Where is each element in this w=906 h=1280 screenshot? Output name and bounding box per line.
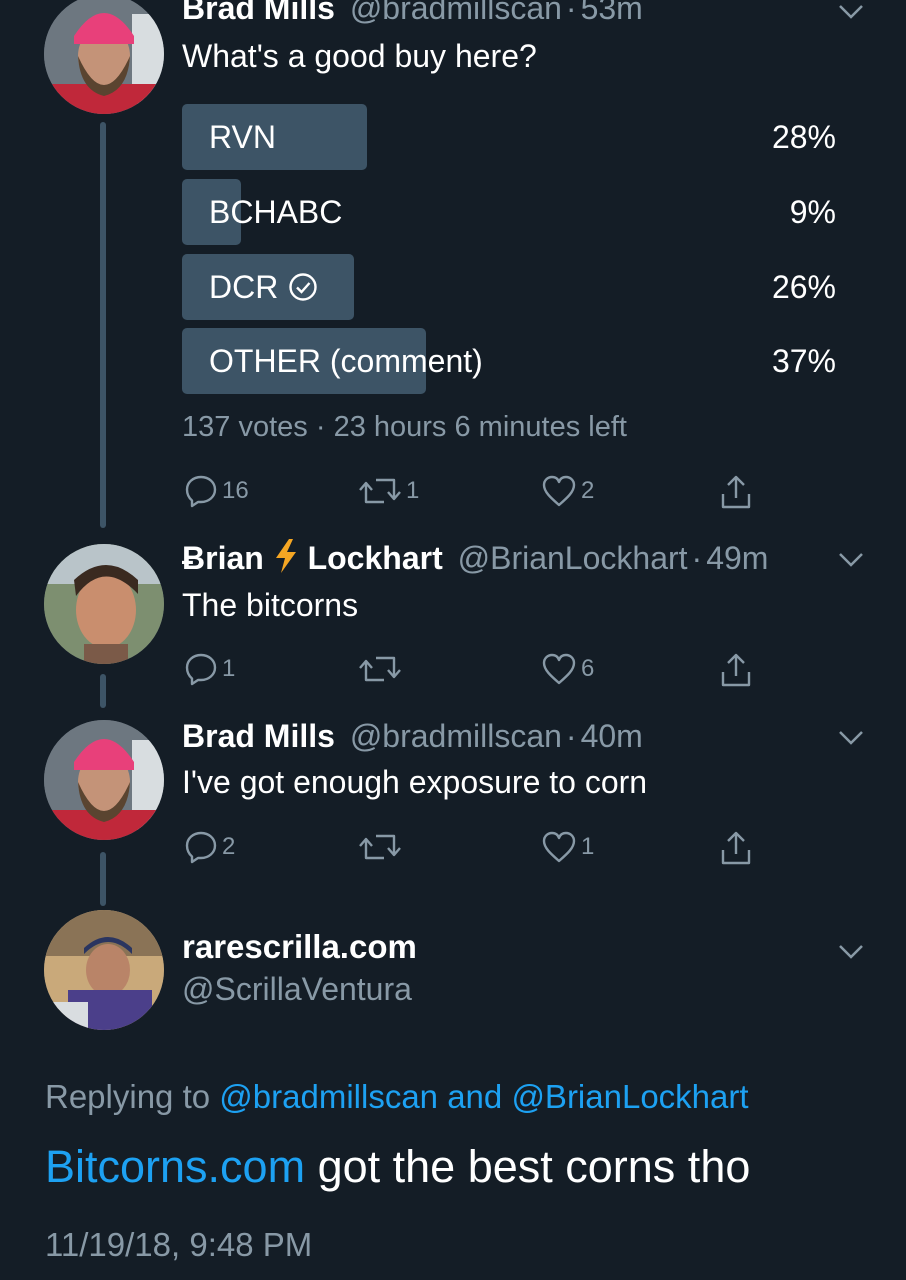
like-icon [542,653,576,685]
tweet-time[interactable]: 49m [706,540,768,576]
retweet-count: 1 [406,477,420,504]
poll-time-left: 23 hours 6 minutes left [333,411,627,443]
tweet-text-body: got the best corns tho [317,1141,751,1192]
reply-icon [185,653,217,686]
reply-button[interactable]: 16 [184,474,249,508]
reply-count: 2 [222,833,236,860]
share-button[interactable] [720,474,752,509]
author-name[interactable]: rarescrilla.com [182,926,417,968]
avatar[interactable] [44,720,164,840]
tweet-text: Bitcorns.com got the best corns tho [45,1138,750,1196]
like-icon [542,475,576,507]
tweet-header: Brad Mills @bradmillscan · 40m [182,716,643,756]
chevron-down-icon[interactable] [838,730,864,746]
share-icon [721,475,751,509]
poll-option-percent: 9% [789,194,836,230]
poll-option-percent: 26% [771,269,836,305]
avatar[interactable] [44,544,164,664]
chevron-down-icon[interactable] [838,552,864,568]
separator: · [315,411,326,443]
reply-count: 1 [222,655,236,682]
like-count: 1 [581,833,595,860]
check-circle-icon [289,273,318,301]
avatar[interactable] [44,910,164,1030]
share-icon [721,653,751,687]
author-name[interactable]: Brad Mills [182,718,335,754]
separator: · [565,0,577,26]
tweet-text: The bitcorns [182,587,359,623]
retweet-icon [359,834,401,860]
tweet-text: I've got enough exposure to corn [182,764,648,800]
author-name[interactable]: Brad Mills [182,0,335,26]
poll-option-text: DCR [209,269,279,305]
chevron-down-icon[interactable] [838,944,864,960]
reply-count: 16 [222,477,249,504]
poll-option[interactable]: DCR 26% [182,254,842,320]
url-link[interactable]: Bitcorns.com [45,1141,305,1192]
avatar[interactable] [44,0,164,114]
poll-option-label: BCHABC [209,194,343,230]
like-button[interactable]: 1 [541,830,594,864]
retweet-icon [359,478,401,504]
share-icon [721,831,751,865]
mention-link[interactable]: @bradmillscan [219,1078,438,1115]
poll-meta: 137 votes · 23 hours 6 minutes left [182,408,627,446]
poll-option-label: RVN [209,119,276,155]
like-count: 2 [581,477,595,504]
like-icon [542,831,576,863]
separator: · [565,718,577,754]
thread-line [100,122,106,528]
reply-button[interactable]: 2 [184,830,235,864]
tweet-text: What's a good buy here? [182,38,537,74]
lightning-icon [275,539,296,573]
tweet-time[interactable]: 40m [581,718,643,754]
poll-option-percent: 28% [771,119,836,155]
thread-line [100,674,106,708]
separator: · [691,540,703,576]
share-button[interactable] [720,652,752,687]
chevron-down-icon[interactable] [838,4,864,20]
author-name-part: Lockhart [307,540,443,576]
poll-option-percent: 37% [771,343,836,379]
tweet-header: Ƀrian Lockhart @BrianLockhart · 49m [182,538,768,578]
tweet-header: Brad Mills @bradmillscan · 53m [182,0,643,28]
author-name-part: Ƀrian [182,540,264,576]
author-name[interactable]: Ƀrian Lockhart [182,539,443,576]
poll-option[interactable]: OTHER (comment) 37% [182,328,842,394]
retweet-icon [359,656,401,682]
retweet-button[interactable]: 1 [358,474,419,508]
like-button[interactable]: 6 [541,652,594,686]
author-handle[interactable]: @BrianLockhart [458,540,688,576]
reply-button[interactable]: 1 [184,652,235,686]
poll-votes: 137 votes [182,411,308,443]
retweet-button[interactable] [358,830,406,864]
author-handle[interactable]: @ScrillaVentura [182,968,412,1010]
replying-and[interactable]: and [447,1078,502,1115]
thread-line [100,852,106,906]
reply-icon [185,475,217,508]
reply-icon [185,831,217,864]
mention-link[interactable]: @BrianLockhart [511,1078,748,1115]
like-count: 6 [581,655,595,682]
poll-option-label: OTHER (comment) [209,343,483,379]
poll-option-label: DCR [209,267,318,307]
tweet-timestamp: 11/19/18, 9:48 PM [45,1226,313,1263]
author-handle[interactable]: @bradmillscan [350,0,562,26]
retweet-button[interactable] [358,652,406,686]
poll-option[interactable]: RVN 28% [182,104,842,170]
share-button[interactable] [720,830,752,865]
like-button[interactable]: 2 [541,474,594,508]
replying-prefix: Replying to [45,1078,211,1115]
tweet-time[interactable]: 53m [581,0,643,26]
replying-to: Replying to @bradmillscan and @BrianLock… [45,1076,749,1118]
poll-option[interactable]: BCHABC 9% [182,179,842,245]
author-handle[interactable]: @bradmillscan [350,718,562,754]
